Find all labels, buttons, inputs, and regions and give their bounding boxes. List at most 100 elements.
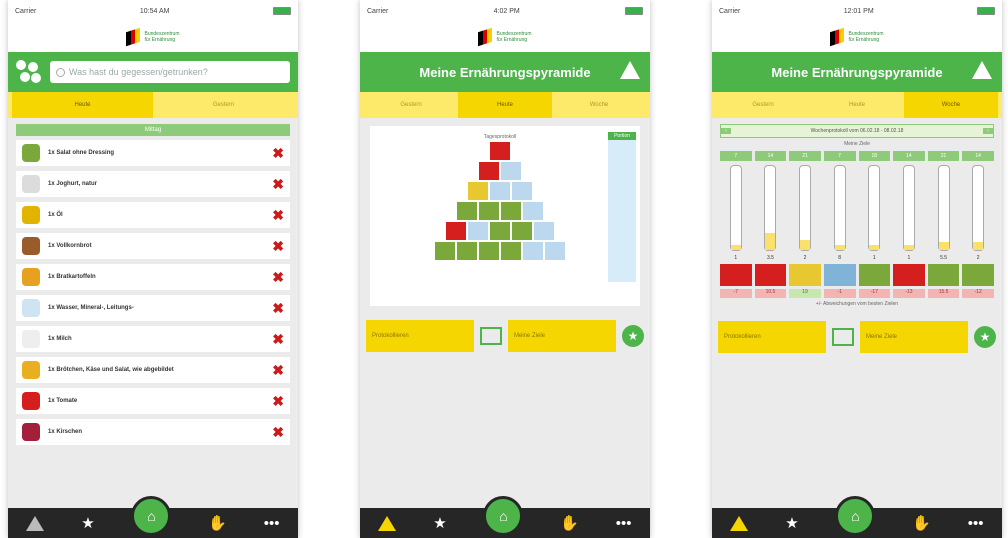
food-group-icon	[789, 264, 821, 286]
pyramid-cell-dairy[interactable]	[512, 182, 532, 200]
award-icon[interactable]: ★	[622, 325, 644, 347]
pyramid-nav-icon[interactable]	[378, 515, 397, 531]
pyramid-card: Tagesprotokoll Portion	[370, 126, 640, 306]
list-item[interactable]: 1x Bratkartoffeln ✖	[16, 264, 290, 290]
delete-icon[interactable]: ✖	[272, 331, 284, 348]
goals-button[interactable]: Meine Ziele	[860, 321, 968, 353]
tab-today[interactable]: Heute	[458, 92, 552, 118]
pyramid-cell-drinks[interactable]	[457, 242, 477, 260]
search-input[interactable]: Was hast du gegessen/getrunken?	[50, 61, 290, 83]
progress-fill	[903, 244, 914, 250]
tab-yesterday[interactable]: Gestern	[716, 92, 810, 118]
pyramid-cell-dairy[interactable]	[490, 182, 510, 200]
item-text: 1x Milch	[48, 336, 272, 342]
more-icon[interactable]: •••	[968, 515, 984, 532]
pyramid-cell-vegetables[interactable]	[446, 222, 466, 240]
progress-fill	[834, 244, 845, 250]
goals-button[interactable]: Meine Ziele	[508, 320, 616, 352]
food-group-icon	[893, 264, 925, 286]
item-text: 1x Kirschen	[48, 429, 272, 435]
award-icon[interactable]: ★	[974, 326, 996, 348]
pyramid-cell-drinks[interactable]	[523, 242, 543, 260]
star-icon[interactable]: ★	[785, 514, 798, 532]
home-button[interactable]: ⌂	[483, 496, 524, 536]
deviation-value: -13	[893, 289, 925, 298]
list-item[interactable]: 1x Wasser, Mineral-, Leitungs- ✖	[16, 295, 290, 321]
delete-icon[interactable]: ✖	[272, 145, 284, 162]
item-text: 1x Salat ohne Dressing	[48, 150, 272, 156]
pyramid-cell-grain[interactable]	[479, 202, 499, 220]
pyramid-cell-oil[interactable]	[501, 162, 521, 180]
tab-week[interactable]: Woche	[904, 92, 998, 118]
share-icon[interactable]	[480, 327, 502, 345]
next-week-button[interactable]: ›	[983, 128, 993, 134]
item-text: 1x Bratkartoffeln	[48, 274, 272, 280]
delete-icon[interactable]: ✖	[272, 362, 284, 379]
search-header: Was hast du gegessen/getrunken?	[8, 52, 298, 92]
pyramid-cell-fat[interactable]	[479, 162, 499, 180]
target-value: 7	[823, 151, 856, 161]
list-item[interactable]: 1x Milch ✖	[16, 326, 290, 352]
pyramid-cell-dairy[interactable]	[468, 182, 488, 200]
hand-icon[interactable]: ✋	[208, 514, 227, 532]
delete-icon[interactable]: ✖	[272, 300, 284, 317]
list-item[interactable]: 1x Kirschen ✖	[16, 419, 290, 445]
pyramid-cell-grain[interactable]	[457, 202, 477, 220]
item-text: 1x Brötchen, Käse und Salat, wie abgebil…	[48, 367, 272, 373]
home-button[interactable]: ⌂	[835, 496, 876, 536]
battery-icon	[625, 7, 643, 15]
food-group-icon	[754, 264, 787, 286]
pyramid-icon[interactable]	[620, 61, 640, 79]
more-icon[interactable]: •••	[264, 515, 280, 532]
list-item[interactable]: 1x Vollkornbrot ✖	[16, 233, 290, 259]
star-icon[interactable]: ★	[433, 514, 446, 532]
target-value: 18	[858, 151, 891, 161]
delete-icon[interactable]: ✖	[272, 238, 284, 255]
hand-icon[interactable]: ✋	[912, 514, 931, 532]
home-button[interactable]: ⌂	[131, 496, 172, 536]
pyramid-cell-drinks[interactable]	[501, 242, 521, 260]
tab-week[interactable]: Woche	[552, 92, 646, 118]
pyramid-cell-vegetables[interactable]	[468, 222, 488, 240]
hand-icon[interactable]: ✋	[560, 514, 579, 532]
list-item[interactable]: 1x Joghurt, natur ✖	[16, 171, 290, 197]
tab-yesterday[interactable]: Gestern	[153, 92, 294, 118]
share-icon[interactable]	[832, 328, 854, 346]
pyramid-cell-drinks[interactable]	[479, 242, 499, 260]
more-icon[interactable]: •••	[616, 515, 632, 532]
list-item[interactable]: 1x Öl ✖	[16, 202, 290, 228]
delete-icon[interactable]: ✖	[272, 207, 284, 224]
target-value: 21	[927, 151, 960, 161]
log-button[interactable]: Protokollieren	[718, 321, 826, 353]
tab-yesterday[interactable]: Gestern	[364, 92, 458, 118]
categories-icon[interactable]	[16, 60, 42, 84]
pyramid-cell-grain[interactable]	[501, 202, 521, 220]
pyramid-cell-vegetables[interactable]	[534, 222, 554, 240]
list-item[interactable]: 1x Tomate ✖	[16, 388, 290, 414]
pyramid-icon[interactable]	[972, 61, 992, 79]
prev-week-button[interactable]: ‹	[721, 128, 731, 134]
list-item[interactable]: 1x Brötchen, Käse und Salat, wie abgebil…	[16, 357, 290, 383]
tab-today[interactable]: Heute	[810, 92, 904, 118]
pyramid-cell-grain[interactable]	[523, 202, 543, 220]
pyramid-cell-drinks[interactable]	[545, 242, 565, 260]
item-title: 1x Joghurt, natur	[48, 181, 98, 187]
delete-icon[interactable]: ✖	[272, 424, 284, 441]
list-item[interactable]: 1x Salat ohne Dressing ✖	[16, 140, 290, 166]
food-icon	[22, 392, 40, 410]
pyramid-cell-sweets[interactable]	[490, 142, 510, 160]
pyramid-nav-icon[interactable]	[26, 515, 45, 531]
pyramid-nav-icon[interactable]	[730, 515, 749, 531]
log-button[interactable]: Protokollieren	[366, 320, 474, 352]
item-title: 1x Wasser, Mineral-, Leitungs-	[48, 305, 134, 311]
target-value: 14	[893, 151, 925, 161]
delete-icon[interactable]: ✖	[272, 269, 284, 286]
pyramid-cell-vegetables[interactable]	[490, 222, 510, 240]
day-tabs: Heute Gestern	[8, 92, 298, 118]
delete-icon[interactable]: ✖	[272, 393, 284, 410]
delete-icon[interactable]: ✖	[272, 176, 284, 193]
star-icon[interactable]: ★	[81, 514, 94, 532]
pyramid-cell-vegetables[interactable]	[512, 222, 532, 240]
pyramid-cell-drinks[interactable]	[435, 242, 455, 260]
tab-today[interactable]: Heute	[12, 92, 153, 118]
